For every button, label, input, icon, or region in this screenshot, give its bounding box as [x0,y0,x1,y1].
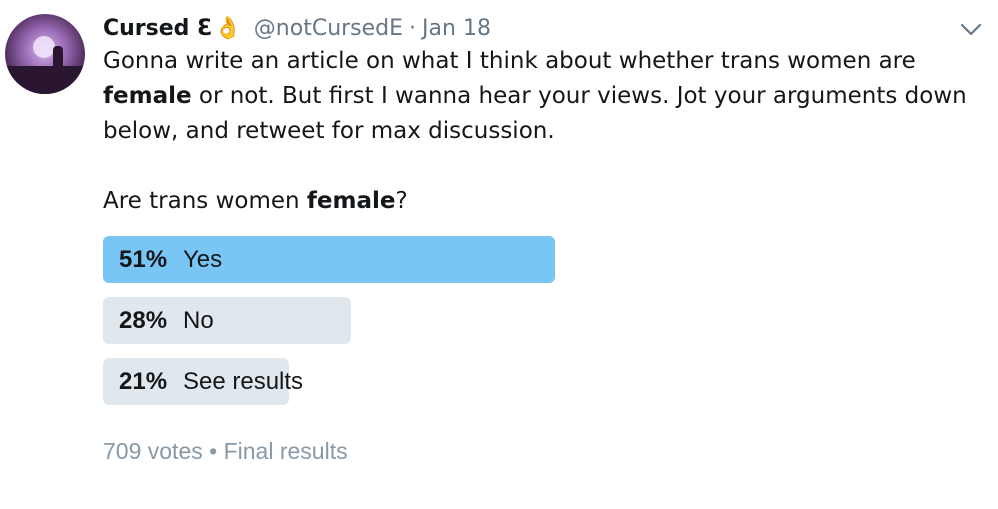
poll-choice: Yes [183,245,223,273]
poll-option-label: 28% No [119,297,214,344]
question-part1: Are trans women [103,188,307,214]
poll-meta: 709 votes • Final results [103,438,348,465]
question-bold: female [306,188,396,214]
poll-option-yes: 51% Yes [103,236,573,283]
tweet-text-part2: or not. But first I wanna hear your view… [103,83,967,144]
poll-percent: 51% [119,245,168,273]
ok-hand-emoji-icon: 👌 [214,15,242,41]
author-handle[interactable]: @notCursedE [254,16,403,41]
chevron-down-icon[interactable] [958,16,984,42]
poll: 51% Yes 28% No 21% See results [103,236,573,419]
poll-option-see-results: 21% See results [103,358,573,405]
poll-percent: 28% [119,306,168,334]
poll-percent: 21% [119,367,168,395]
vote-count: 709 votes [103,438,203,464]
poll-question: Are trans women female? [103,184,408,219]
tweet-date[interactable]: Jan 18 [422,16,491,41]
header-separator: · [409,15,417,41]
poll-status: Final results [223,438,348,464]
avatar-ground [5,66,85,94]
poll-choice: See results [183,367,304,395]
tweet-text-bold: female [103,83,192,109]
author-name[interactable]: Cursed Ɛ [103,16,212,41]
author-avatar[interactable] [5,14,85,94]
avatar-figure [53,46,63,76]
tweet-text-part1: Gonna write an article on what I think a… [103,48,916,74]
question-part2: ? [395,188,408,214]
poll-choice: No [183,306,214,334]
avatar-moon [33,36,55,58]
tweet-text: Gonna write an article on what I think a… [103,44,983,149]
poll-option-label: 21% See results [119,358,303,405]
poll-option-label: 51% Yes [119,236,222,283]
poll-option-no: 28% No [103,297,573,344]
tweet-header: Cursed Ɛ 👌 @notCursedE · Jan 18 [103,11,938,45]
meta-separator: • [209,438,218,464]
